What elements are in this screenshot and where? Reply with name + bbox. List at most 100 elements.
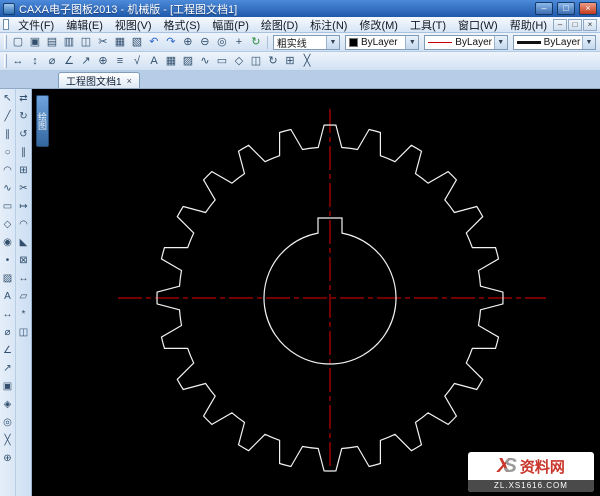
polygon-icon[interactable]: ◇	[231, 54, 247, 69]
break-icon[interactable]: ⊠	[16, 252, 31, 270]
cad-drawing[interactable]	[32, 89, 600, 496]
dim-linear-icon[interactable]: ↔	[10, 54, 26, 69]
center-icon[interactable]: ◎	[0, 414, 15, 432]
drawing-canvas[interactable]: 绘图 X S 资料网 ZL.XS1616.COM	[32, 89, 600, 496]
spline-icon[interactable]: ∿	[0, 180, 15, 198]
chevron-down-icon[interactable]: ▼	[405, 36, 418, 49]
close-button[interactable]: ×	[579, 2, 597, 15]
menu-item[interactable]: 编辑(E)	[60, 16, 109, 34]
menu-item[interactable]: 视图(V)	[109, 16, 158, 34]
dimension-icon[interactable]: ↔	[0, 306, 15, 324]
print-icon[interactable]: ▥	[61, 35, 77, 50]
polygon-icon[interactable]: ◇	[0, 216, 15, 234]
circle-icon[interactable]: ○	[0, 144, 15, 162]
pan-icon[interactable]: +	[231, 35, 247, 50]
menu-item[interactable]: 工具(T)	[404, 16, 452, 34]
point-icon[interactable]: •	[0, 252, 15, 270]
diameter-icon[interactable]: ⌀	[0, 324, 15, 342]
menu-item[interactable]: 窗口(W)	[452, 16, 504, 34]
copy-icon[interactable]: ▦	[112, 35, 128, 50]
hatch-icon[interactable]: ▨	[180, 54, 196, 69]
menu-item[interactable]: 标注(N)	[304, 16, 353, 34]
tab-document[interactable]: 工程图文档1 ×	[58, 72, 140, 88]
zoom-out-icon[interactable]: ⊖	[197, 35, 213, 50]
leader-icon[interactable]: ↗	[78, 54, 94, 69]
chevron-down-icon[interactable]: ▼	[494, 36, 507, 49]
zoom-in-icon[interactable]: ⊕	[180, 35, 196, 50]
linetype-combo[interactable]: ByLayer ▼	[424, 35, 507, 50]
arc-icon[interactable]: ◠	[0, 162, 15, 180]
symbol-icon[interactable]: ◈	[0, 396, 15, 414]
array-icon[interactable]: ⊞	[16, 162, 31, 180]
chevron-down-icon[interactable]: ▼	[326, 36, 339, 49]
rectangle-icon[interactable]: ▭	[214, 54, 230, 69]
rotate-icon[interactable]: ↻	[265, 54, 281, 69]
trim-icon[interactable]: ✂	[16, 180, 31, 198]
undo-icon[interactable]: ↶	[146, 35, 162, 50]
toolbar-grip[interactable]	[4, 54, 7, 68]
lineweight-combo[interactable]: ByLayer ▼	[513, 35, 596, 50]
mdi-close-button[interactable]: ×	[583, 19, 597, 31]
menu-item[interactable]: 修改(M)	[353, 16, 404, 34]
array-icon[interactable]: ⊞	[282, 54, 298, 69]
leader-icon[interactable]: ↗	[0, 360, 15, 378]
menu-item[interactable]: 帮助(H)	[504, 16, 553, 34]
datum-icon[interactable]: ⊕	[95, 54, 111, 69]
redo-icon[interactable]: ↷	[163, 35, 179, 50]
block-icon[interactable]: ▣	[0, 378, 15, 396]
maximize-button[interactable]: □	[557, 2, 575, 15]
color-combo[interactable]: ByLayer ▼	[345, 35, 419, 50]
dim-angle-icon[interactable]: ∠	[61, 54, 77, 69]
refresh-icon[interactable]: ↻	[248, 35, 264, 50]
mirror-icon[interactable]: ◫	[248, 54, 264, 69]
erase-icon[interactable]: ╳	[0, 432, 15, 450]
undo-icon[interactable]: ↺	[16, 126, 31, 144]
dim-vertical-icon[interactable]: ↕	[27, 54, 43, 69]
menu-item[interactable]: 绘图(D)	[255, 16, 304, 34]
rectangle-icon[interactable]: ▭	[0, 198, 15, 216]
open-icon[interactable]: ▣	[27, 35, 43, 50]
angle-icon[interactable]: ∠	[0, 342, 15, 360]
minimize-button[interactable]: –	[535, 2, 553, 15]
fillet-icon[interactable]: ◠	[16, 216, 31, 234]
toolbar-grip[interactable]	[4, 35, 7, 49]
roughness-icon[interactable]: √	[129, 54, 145, 69]
hatch-icon[interactable]: ▨	[0, 270, 15, 288]
new-icon[interactable]: ▢	[10, 35, 26, 50]
layer-combo[interactable]: 粗实线 ▼	[273, 35, 340, 50]
table-icon[interactable]: ▦	[163, 54, 179, 69]
scale-icon[interactable]: ▱	[16, 288, 31, 306]
print-preview-icon[interactable]: ◫	[78, 35, 94, 50]
spline-icon[interactable]: ∿	[197, 54, 213, 69]
parallel-line-icon[interactable]: ∥	[0, 126, 15, 144]
line-icon[interactable]: ╱	[0, 108, 15, 126]
mdi-restore-button[interactable]: □	[568, 19, 582, 31]
mirror-icon[interactable]: ◫	[16, 324, 31, 342]
zoom-window-icon[interactable]: ⊕	[0, 450, 15, 468]
text-icon[interactable]: A	[146, 54, 162, 69]
save-icon[interactable]: ▤	[44, 35, 60, 50]
menu-item[interactable]: 文件(F)	[12, 16, 60, 34]
erase-icon[interactable]: ╳	[299, 54, 315, 69]
select-icon[interactable]: ↖	[0, 90, 15, 108]
ellipse-icon[interactable]: ◉	[0, 234, 15, 252]
chevron-down-icon[interactable]: ▼	[582, 36, 595, 49]
menu-item[interactable]: 格式(S)	[158, 16, 207, 34]
mdi-minimize-button[interactable]: –	[553, 19, 567, 31]
tab-close-icon[interactable]: ×	[127, 76, 132, 86]
zoom-all-icon[interactable]: ◎	[214, 35, 230, 50]
menu-item[interactable]: 幅面(P)	[206, 16, 255, 34]
cut-icon[interactable]: ✂	[95, 35, 111, 50]
offset-icon[interactable]: ∥	[16, 144, 31, 162]
stretch-icon[interactable]: ↔	[16, 270, 31, 288]
move-icon[interactable]: ⇄	[16, 90, 31, 108]
rotate-icon[interactable]: ↻	[16, 108, 31, 126]
text-icon[interactable]: A	[0, 288, 15, 306]
draw-toolbar-handle[interactable]: 绘图	[36, 95, 49, 147]
paste-icon[interactable]: ▧	[129, 35, 145, 50]
explode-icon[interactable]: *	[16, 306, 31, 324]
chamfer-icon[interactable]: ◣	[16, 234, 31, 252]
extend-icon[interactable]: ↦	[16, 198, 31, 216]
tolerance-icon[interactable]: ≡	[112, 54, 128, 69]
dim-diameter-icon[interactable]: ⌀	[44, 54, 60, 69]
